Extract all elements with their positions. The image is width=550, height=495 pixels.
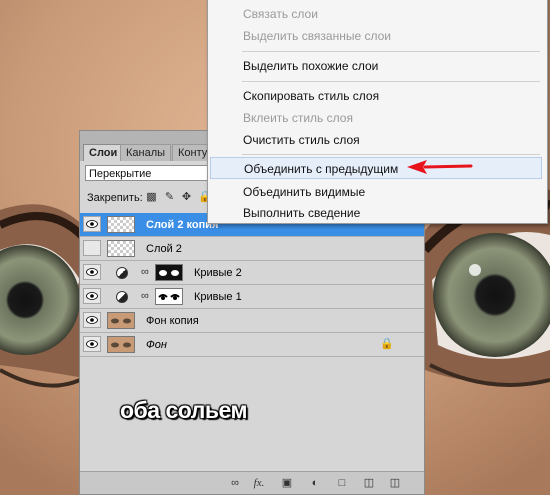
lock-brush-icon[interactable]: ✎ — [164, 192, 175, 203]
layer-name[interactable]: Кривые 1 — [194, 285, 242, 309]
chain-link-icon[interactable]: ∞ — [141, 266, 149, 278]
layer-row[interactable]: ∞ Кривые 2 — [80, 261, 424, 285]
layer-name[interactable]: Фон копия — [146, 309, 199, 333]
menu-separator — [242, 51, 540, 52]
panel-bottom-toolbar: ∞ fx. ▣ ◐ □ ◫ ◫ — [80, 471, 424, 494]
visibility-eye-icon[interactable] — [83, 312, 101, 328]
visibility-eye-icon[interactable] — [83, 288, 101, 304]
group-icon[interactable]: □ — [335, 476, 349, 490]
menu-separator — [242, 81, 540, 82]
fx-icon[interactable]: fx. — [252, 476, 266, 490]
layer-mask-thumbnail[interactable] — [155, 288, 183, 305]
layer-thumbnail — [107, 216, 135, 233]
menu-item-select-linked-layers[interactable]: Выделить связанные слои — [210, 25, 542, 47]
layer-row[interactable]: Фон 🔒 — [80, 333, 424, 357]
new-layer-icon[interactable]: ◫ — [362, 476, 376, 490]
lock-move-icon[interactable]: ✥ — [181, 192, 192, 203]
mask-icon[interactable]: ▣ — [280, 476, 294, 490]
adjustment-icon[interactable]: ◐ — [308, 476, 322, 490]
chain-link-icon[interactable]: ∞ — [141, 290, 149, 302]
menu-item-copy-layer-style[interactable]: Скопировать стиль слоя — [210, 85, 542, 107]
layers-list: Слой 2 копия Слой 2 ∞ Кривые 2 ∞ Кривые … — [80, 213, 424, 357]
tab-channels[interactable]: Каналы — [120, 144, 172, 161]
visibility-eye-icon[interactable] — [83, 216, 101, 232]
layer-mask-thumbnail[interactable] — [155, 264, 183, 281]
tab-paths[interactable]: Конту — [172, 144, 208, 161]
layer-thumbnail — [107, 240, 135, 257]
context-menu: Связать слои Выделить связанные слои Выд… — [207, 0, 548, 224]
layer-name[interactable]: Кривые 2 — [194, 261, 242, 285]
layer-row[interactable]: ∞ Кривые 1 — [80, 285, 424, 309]
menu-separator — [242, 154, 540, 155]
curves-adjustment-icon — [116, 291, 128, 303]
tab-layers[interactable]: Слои — [83, 144, 124, 161]
visibility-eye-icon[interactable] — [83, 264, 101, 280]
visibility-eye-icon[interactable] — [83, 336, 101, 352]
layer-name[interactable]: Фон — [146, 333, 167, 357]
lock-label: Закрепить: — [87, 192, 143, 204]
visibility-eye-icon[interactable] — [83, 240, 101, 256]
lock-transparency-icon[interactable]: ▩ — [146, 192, 157, 203]
menu-item-flatten-image[interactable]: Выполнить сведение — [210, 203, 542, 223]
menu-item-select-similar-layers[interactable]: Выделить похожие слои — [210, 55, 542, 77]
layer-name[interactable]: Слой 2 — [146, 237, 182, 261]
menu-item-link-layers[interactable]: Связать слои — [210, 3, 542, 25]
red-arrow-annotation — [407, 160, 473, 174]
layer-row[interactable]: Фон копия — [80, 309, 424, 333]
menu-item-paste-layer-style[interactable]: Вклеить стиль слоя — [210, 107, 542, 129]
layer-thumbnail — [107, 312, 135, 329]
menu-item-merge-down[interactable]: Объединить с предыдущим — [210, 157, 542, 179]
layer-thumbnail — [107, 336, 135, 353]
curves-adjustment-icon — [116, 267, 128, 279]
layer-row[interactable]: Слой 2 — [80, 237, 424, 261]
link-icon[interactable]: ∞ — [228, 476, 242, 490]
trash-icon[interactable]: ◫ — [388, 476, 402, 490]
caption-text: оба сольем — [120, 397, 247, 423]
menu-item-merge-visible[interactable]: Объединить видимые — [210, 181, 542, 203]
menu-item-clear-layer-style[interactable]: Очистить стиль слоя — [210, 129, 542, 151]
layer-lock-icon: 🔒 — [380, 338, 394, 350]
